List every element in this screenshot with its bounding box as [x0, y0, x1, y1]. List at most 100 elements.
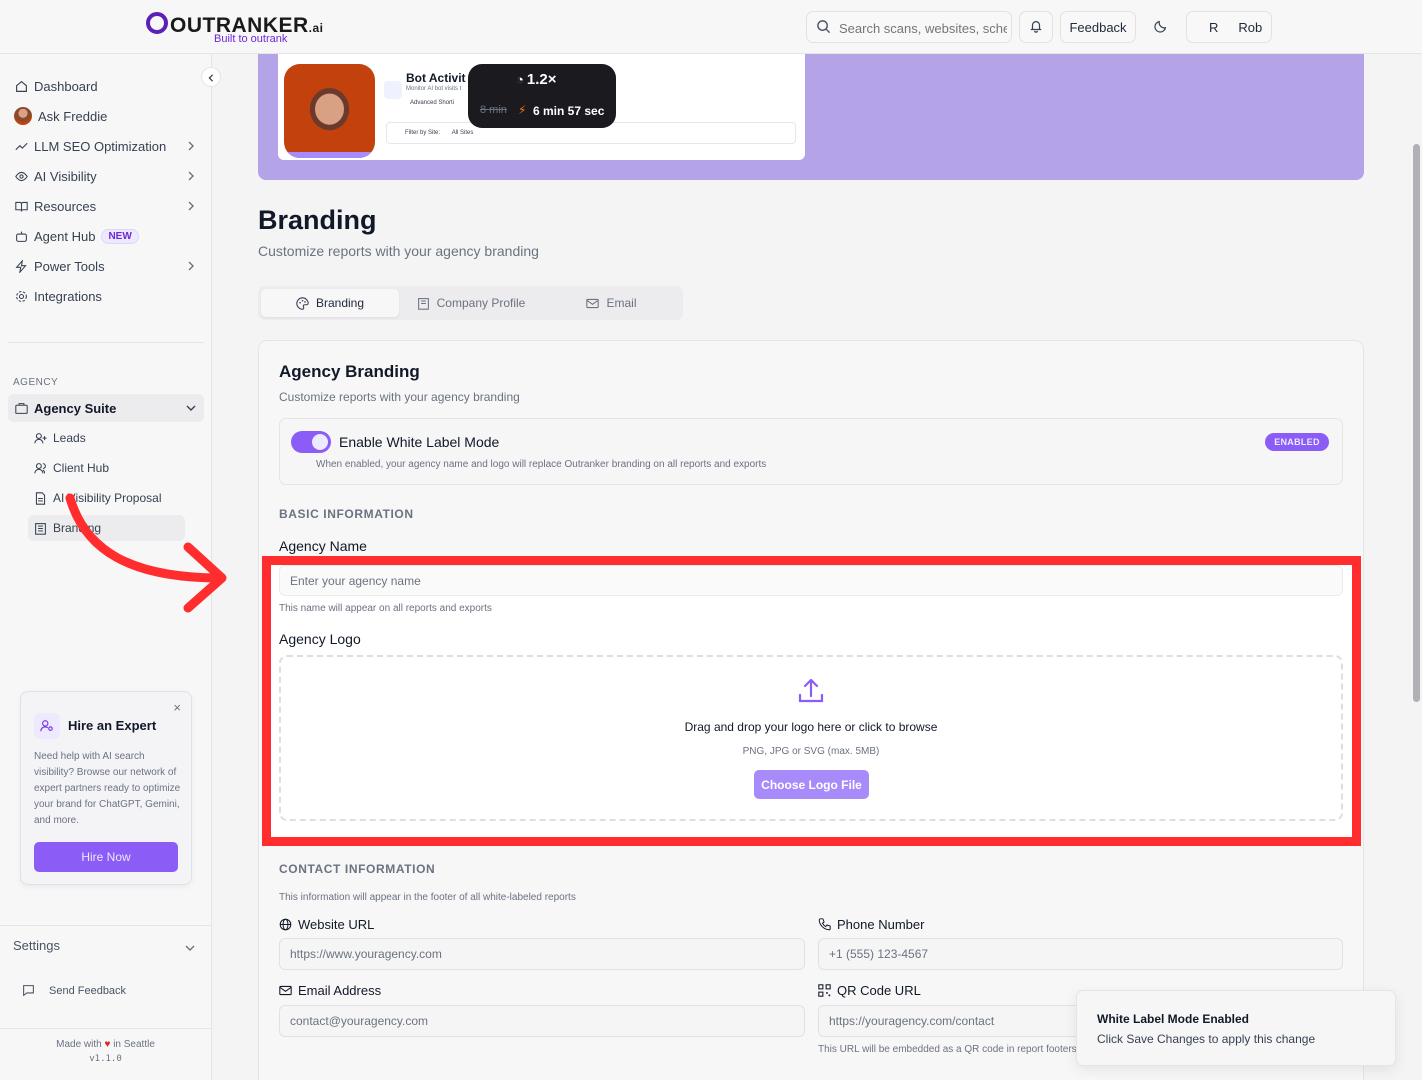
tab-label: Company Profile — [436, 296, 526, 310]
globe-icon — [279, 918, 292, 931]
user-name: Rob — [1238, 19, 1263, 35]
sidebar-item-label: Agent Hub — [34, 228, 96, 244]
hire-now-button[interactable]: Hire Now — [34, 842, 178, 872]
website-label: Website URL — [279, 917, 374, 932]
tab-branding[interactable]: Branding — [261, 289, 399, 317]
chevron-down-icon — [186, 401, 196, 416]
user-initial: R — [1209, 19, 1219, 35]
collapse-sidebar-button[interactable] — [201, 67, 221, 87]
new-badge: NEW — [101, 228, 139, 244]
agency-name-input[interactable] — [279, 565, 1343, 596]
theme-toggle-button[interactable] — [1143, 11, 1179, 43]
white-label-toggle[interactable] — [291, 431, 331, 453]
tab-company-profile[interactable]: Company Profile — [401, 289, 541, 317]
hire-title: Hire an Expert — [68, 718, 157, 733]
white-label-panel — [279, 418, 1343, 485]
chevron-down-icon — [185, 941, 195, 956]
email-address-input[interactable] — [279, 1005, 805, 1037]
hire-description: Need help with AI search visibility? Bro… — [34, 751, 181, 826]
sidebar-item-agent-hub[interactable]: Agent Hub NEW — [8, 222, 204, 250]
status-badge: ENABLED — [1265, 433, 1329, 451]
sidebar-item-power-tools[interactable]: Power Tools — [8, 252, 204, 280]
file-icon — [33, 491, 47, 505]
home-icon — [14, 79, 28, 93]
toast-title: White Label Mode Enabled — [1097, 1012, 1250, 1026]
send-feedback-link[interactable]: Send Feedback — [22, 984, 126, 997]
building-icon — [417, 297, 430, 310]
sidebar-item-label: Dashboard — [34, 78, 98, 94]
sidebar-item-label: Power Tools — [34, 258, 105, 274]
hire-expert-card: Hire an Expert × Need help with AI searc… — [20, 691, 192, 885]
playback-rate: ◔ 1.2× — [516, 71, 557, 88]
video-card-row: Advanced Shorti — [410, 100, 455, 106]
contact-info-heading: CONTACT INFORMATION — [279, 862, 436, 876]
version-label: v1.1.0 — [89, 1054, 122, 1064]
sidebar-item-dashboard[interactable]: Dashboard — [8, 72, 204, 100]
made-with-prefix: Made with — [56, 1039, 102, 1050]
playback-speed-pill[interactable]: ◔ 1.2× 8 min ⚡ 6 min 57 sec — [468, 64, 616, 128]
feedback-button[interactable]: Feedback — [1060, 11, 1136, 43]
sidebar-item-agency-suite[interactable]: Agency Suite — [8, 394, 204, 422]
mail-icon — [586, 297, 600, 310]
book-icon — [14, 199, 28, 213]
original-duration: 8 min — [480, 104, 507, 116]
send-feedback-label: Send Feedback — [49, 984, 127, 997]
tab-email[interactable]: Email — [543, 289, 680, 317]
notifications-button[interactable] — [1019, 11, 1053, 43]
sidebar-subitem-leads[interactable]: Leads — [28, 425, 185, 451]
field-label-text: Email Address — [298, 983, 382, 998]
sidebar-item-label: AI Visibility — [34, 168, 97, 184]
search-box[interactable] — [806, 11, 1012, 43]
search-input[interactable] — [839, 18, 1007, 38]
sidebar-subitem-label: Client Hub — [53, 461, 110, 475]
heart-icon: ♥ — [104, 1039, 111, 1050]
scrollbar-thumb[interactable] — [1413, 144, 1420, 702]
settings-toggle[interactable]: Settings — [0, 925, 211, 965]
mail-icon — [279, 984, 292, 997]
sidebar-item-ask-freddie[interactable]: Ask Freddie — [8, 102, 204, 130]
card-title: Agency Branding — [279, 362, 420, 381]
divider — [8, 342, 204, 343]
chevron-right-icon — [186, 169, 196, 184]
video-presenter-thumbnail[interactable] — [284, 64, 375, 158]
building-icon — [33, 521, 47, 535]
tab-label: Branding — [315, 296, 365, 310]
top-bar: OUTRANKER.ai Built to outrank Feedback R… — [0, 0, 1422, 54]
avatar — [14, 107, 32, 125]
sidebar-item-ai-visibility[interactable]: AI Visibility — [8, 162, 204, 190]
eye-icon — [14, 169, 28, 183]
toast-message: Click Save Changes to apply this change — [1097, 1032, 1316, 1046]
footer-credit: Made with ♥ in Seattle v1.1.0 — [0, 1028, 211, 1067]
chevron-right-icon — [186, 139, 196, 154]
sidebar-item-label: LLM SEO Optimization — [34, 138, 167, 154]
briefcase-icon — [14, 401, 28, 415]
field-label-text: Website URL — [298, 917, 375, 932]
phone-icon — [818, 918, 831, 931]
field-label-text: QR Code URL — [837, 983, 921, 998]
sidebar-item-llm-seo[interactable]: LLM SEO Optimization — [8, 132, 204, 160]
video-card-title: Bot Activit — [406, 71, 466, 85]
sidebar-item-label: Ask Freddie — [38, 108, 108, 124]
gear-icon — [14, 289, 28, 303]
user-menu-button[interactable]: R Rob — [1186, 11, 1272, 43]
phone-number-input[interactable] — [818, 938, 1343, 970]
bot-icon — [14, 229, 28, 243]
website-url-input[interactable] — [279, 938, 805, 970]
sidebar-item-integrations[interactable]: Integrations — [8, 282, 204, 310]
email-label: Email Address — [279, 983, 381, 998]
sidebar-item-label: Agency Suite — [34, 400, 117, 416]
choose-logo-button[interactable]: Choose Logo File — [754, 770, 869, 799]
zap-icon — [14, 259, 28, 273]
new-duration: 6 min 57 sec — [533, 104, 605, 118]
speed-icon: ◔ — [516, 72, 524, 87]
sidebar-subitem-client-hub[interactable]: Client Hub — [28, 455, 185, 481]
section-label-agency: AGENCY — [13, 377, 59, 388]
video-card-subtitle: Monitor AI bot visits t — [406, 86, 462, 92]
activity-icon — [384, 81, 402, 99]
settings-label: Settings — [13, 938, 60, 953]
logo-tagline: Built to outrank — [214, 33, 288, 45]
dropzone-text: Drag and drop your logo here or click to… — [684, 720, 938, 734]
sidebar-item-resources[interactable]: Resources — [8, 192, 204, 220]
upload-icon — [796, 676, 826, 709]
close-icon[interactable]: × — [173, 700, 181, 715]
